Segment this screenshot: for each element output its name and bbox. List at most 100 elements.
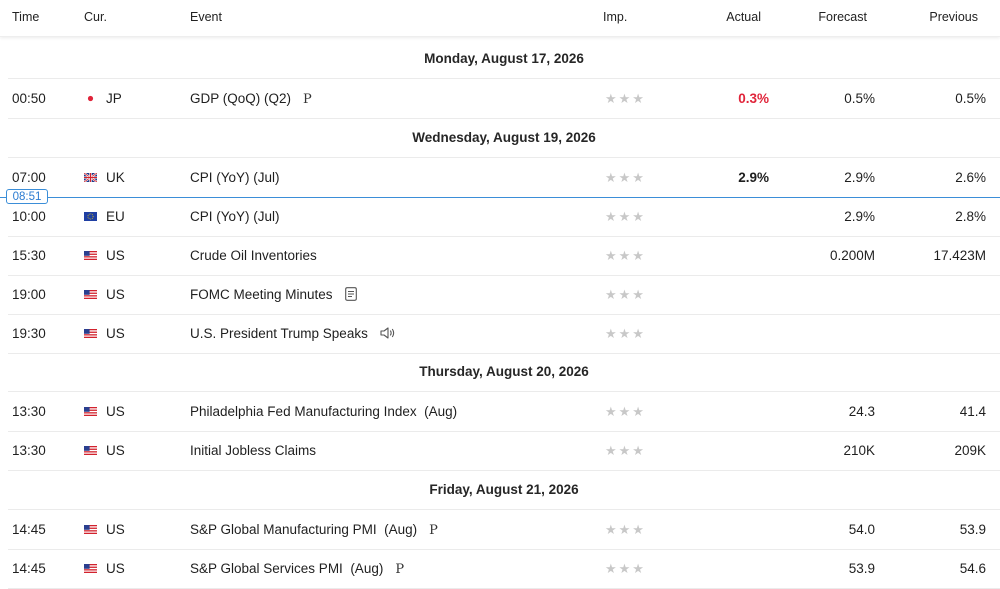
event-actual: 2.9% — [738, 170, 769, 185]
us-flag-icon — [84, 329, 97, 338]
header-currency: Cur. — [84, 10, 107, 24]
day-header: Wednesday, August 19, 2026 — [8, 118, 1000, 158]
event-forecast: 0.5% — [844, 91, 875, 106]
star-icon: ★★★ — [605, 443, 646, 458]
event-currency: EU — [106, 209, 125, 224]
speaker-icon[interactable] — [380, 326, 396, 340]
event-time: 14:45 — [12, 561, 46, 576]
star-icon: ★★★ — [605, 522, 646, 537]
table-row[interactable]: 07:00 UK CPI (YoY) (Jul) ★★★ 2.9% 2.9% 2… — [8, 158, 1000, 198]
event-currency: JP — [106, 91, 122, 106]
importance-stars: ★★★ — [605, 79, 646, 118]
event-name[interactable]: CPI (YoY) (Jul) — [190, 197, 280, 236]
preliminary-badge: P — [395, 562, 405, 577]
table-row[interactable]: 14:45 US S&P Global Manufacturing PMI (A… — [8, 510, 1000, 550]
preliminary-badge: P — [429, 523, 438, 538]
event-previous: 2.8% — [955, 209, 986, 224]
header-previous: Previous — [929, 10, 978, 24]
event-name[interactable]: CPI (YoY) (Jul) — [190, 158, 280, 197]
current-time-badge: 08:51 — [6, 189, 48, 204]
us-flag-icon — [84, 290, 97, 299]
event-name[interactable]: Crude Oil Inventories — [190, 236, 317, 275]
us-flag-icon — [84, 251, 97, 260]
event-time: 19:30 — [12, 326, 46, 341]
event-forecast: 0.200M — [829, 248, 875, 263]
day-header: Monday, August 17, 2026 — [8, 39, 1000, 79]
table-row[interactable]: 10:00 EU CPI (YoY) (Jul) ★★★ 2.9% 2.8% — [8, 197, 1000, 237]
event-forecast: 24.3 — [848, 404, 875, 419]
star-icon: ★★★ — [605, 287, 646, 302]
event-currency: US — [106, 404, 125, 419]
event-actual: 0.3% — [738, 91, 769, 106]
table-row[interactable]: 15:30 US Crude Oil Inventories ★★★ 0.200… — [8, 236, 1000, 276]
importance-stars: ★★★ — [605, 314, 646, 353]
importance-stars: ★★★ — [605, 510, 646, 549]
header-time: Time — [12, 10, 40, 24]
header-forecast: Forecast — [818, 10, 867, 24]
event-forecast: 54.0 — [848, 522, 875, 537]
event-currency: UK — [106, 170, 125, 185]
event-previous: 0.5% — [955, 91, 986, 106]
us-flag-icon — [84, 525, 97, 534]
event-forecast: 2.9% — [844, 209, 875, 224]
header-importance: Imp. — [603, 10, 628, 24]
table-row[interactable]: 00:50 JP GDP (QoQ) (Q2) P ★★★ 0.3% 0.5% 0… — [8, 79, 1000, 119]
importance-stars: ★★★ — [605, 197, 646, 236]
event-previous: 41.4 — [959, 404, 986, 419]
eu-flag-icon — [84, 212, 97, 221]
day-header: Thursday, August 20, 2026 — [8, 352, 1000, 392]
star-icon: ★★★ — [605, 404, 646, 419]
event-previous: 209K — [954, 443, 986, 458]
star-icon: ★★★ — [605, 326, 646, 341]
event-previous: 53.9 — [959, 522, 986, 537]
event-name[interactable]: U.S. President Trump Speaks — [190, 314, 396, 353]
us-flag-icon — [84, 446, 97, 455]
table-header: Time Cur. Event Imp. Actual Forecast Pre… — [0, 0, 1000, 37]
event-forecast: 210K — [843, 443, 875, 458]
jp-flag-icon — [87, 95, 94, 102]
uk-flag-icon — [84, 173, 97, 182]
star-icon: ★★★ — [605, 248, 646, 263]
event-name[interactable]: Philadelphia Fed Manufacturing Index (Au… — [190, 392, 457, 431]
event-time: 14:45 — [12, 522, 46, 537]
event-time: 19:00 — [12, 287, 46, 302]
event-currency: US — [106, 522, 125, 537]
event-forecast: 53.9 — [848, 561, 875, 576]
document-icon[interactable] — [344, 287, 357, 301]
importance-stars: ★★★ — [605, 549, 646, 588]
day-header: Friday, August 21, 2026 — [8, 470, 1000, 510]
importance-stars: ★★★ — [605, 236, 646, 275]
importance-stars: ★★★ — [605, 158, 646, 197]
star-icon: ★★★ — [605, 561, 646, 576]
event-name[interactable]: FOMC Meeting Minutes — [190, 275, 357, 314]
event-currency: US — [106, 443, 125, 458]
header-actual: Actual — [726, 10, 761, 24]
us-flag-icon — [84, 407, 97, 416]
event-previous: 54.6 — [959, 561, 986, 576]
event-previous: 2.6% — [955, 170, 986, 185]
event-time: 00:50 — [12, 91, 46, 106]
event-currency: US — [106, 561, 125, 576]
current-time-line — [0, 197, 1000, 198]
table-row[interactable]: 13:30 US Philadelphia Fed Manufacturing … — [8, 392, 1000, 432]
event-currency: US — [106, 287, 125, 302]
event-name[interactable]: GDP (QoQ) (Q2) P — [190, 79, 312, 118]
us-flag-icon — [84, 564, 97, 573]
table-row[interactable]: 19:00 US FOMC Meeting Minutes ★★★ — [8, 275, 1000, 315]
event-name[interactable]: S&P Global Services PMI (Aug) P — [190, 549, 404, 588]
star-icon: ★★★ — [605, 170, 646, 185]
star-icon: ★★★ — [605, 91, 646, 106]
table-row[interactable]: 13:30 US Initial Jobless Claims ★★★ 210K… — [8, 431, 1000, 471]
event-time: 13:30 — [12, 443, 46, 458]
importance-stars: ★★★ — [605, 431, 646, 470]
event-time: 15:30 — [12, 248, 46, 263]
event-previous: 17.423M — [933, 248, 986, 263]
event-name[interactable]: S&P Global Manufacturing PMI (Aug) P — [190, 510, 438, 549]
event-forecast: 2.9% — [844, 170, 875, 185]
table-row[interactable]: 19:30 US U.S. President Trump Speaks ★★★ — [8, 314, 1000, 354]
event-currency: US — [106, 326, 125, 341]
table-row[interactable]: 14:45 US S&P Global Services PMI (Aug) P … — [8, 549, 1000, 589]
event-time: 13:30 — [12, 404, 46, 419]
event-name[interactable]: Initial Jobless Claims — [190, 431, 316, 470]
event-currency: US — [106, 248, 125, 263]
